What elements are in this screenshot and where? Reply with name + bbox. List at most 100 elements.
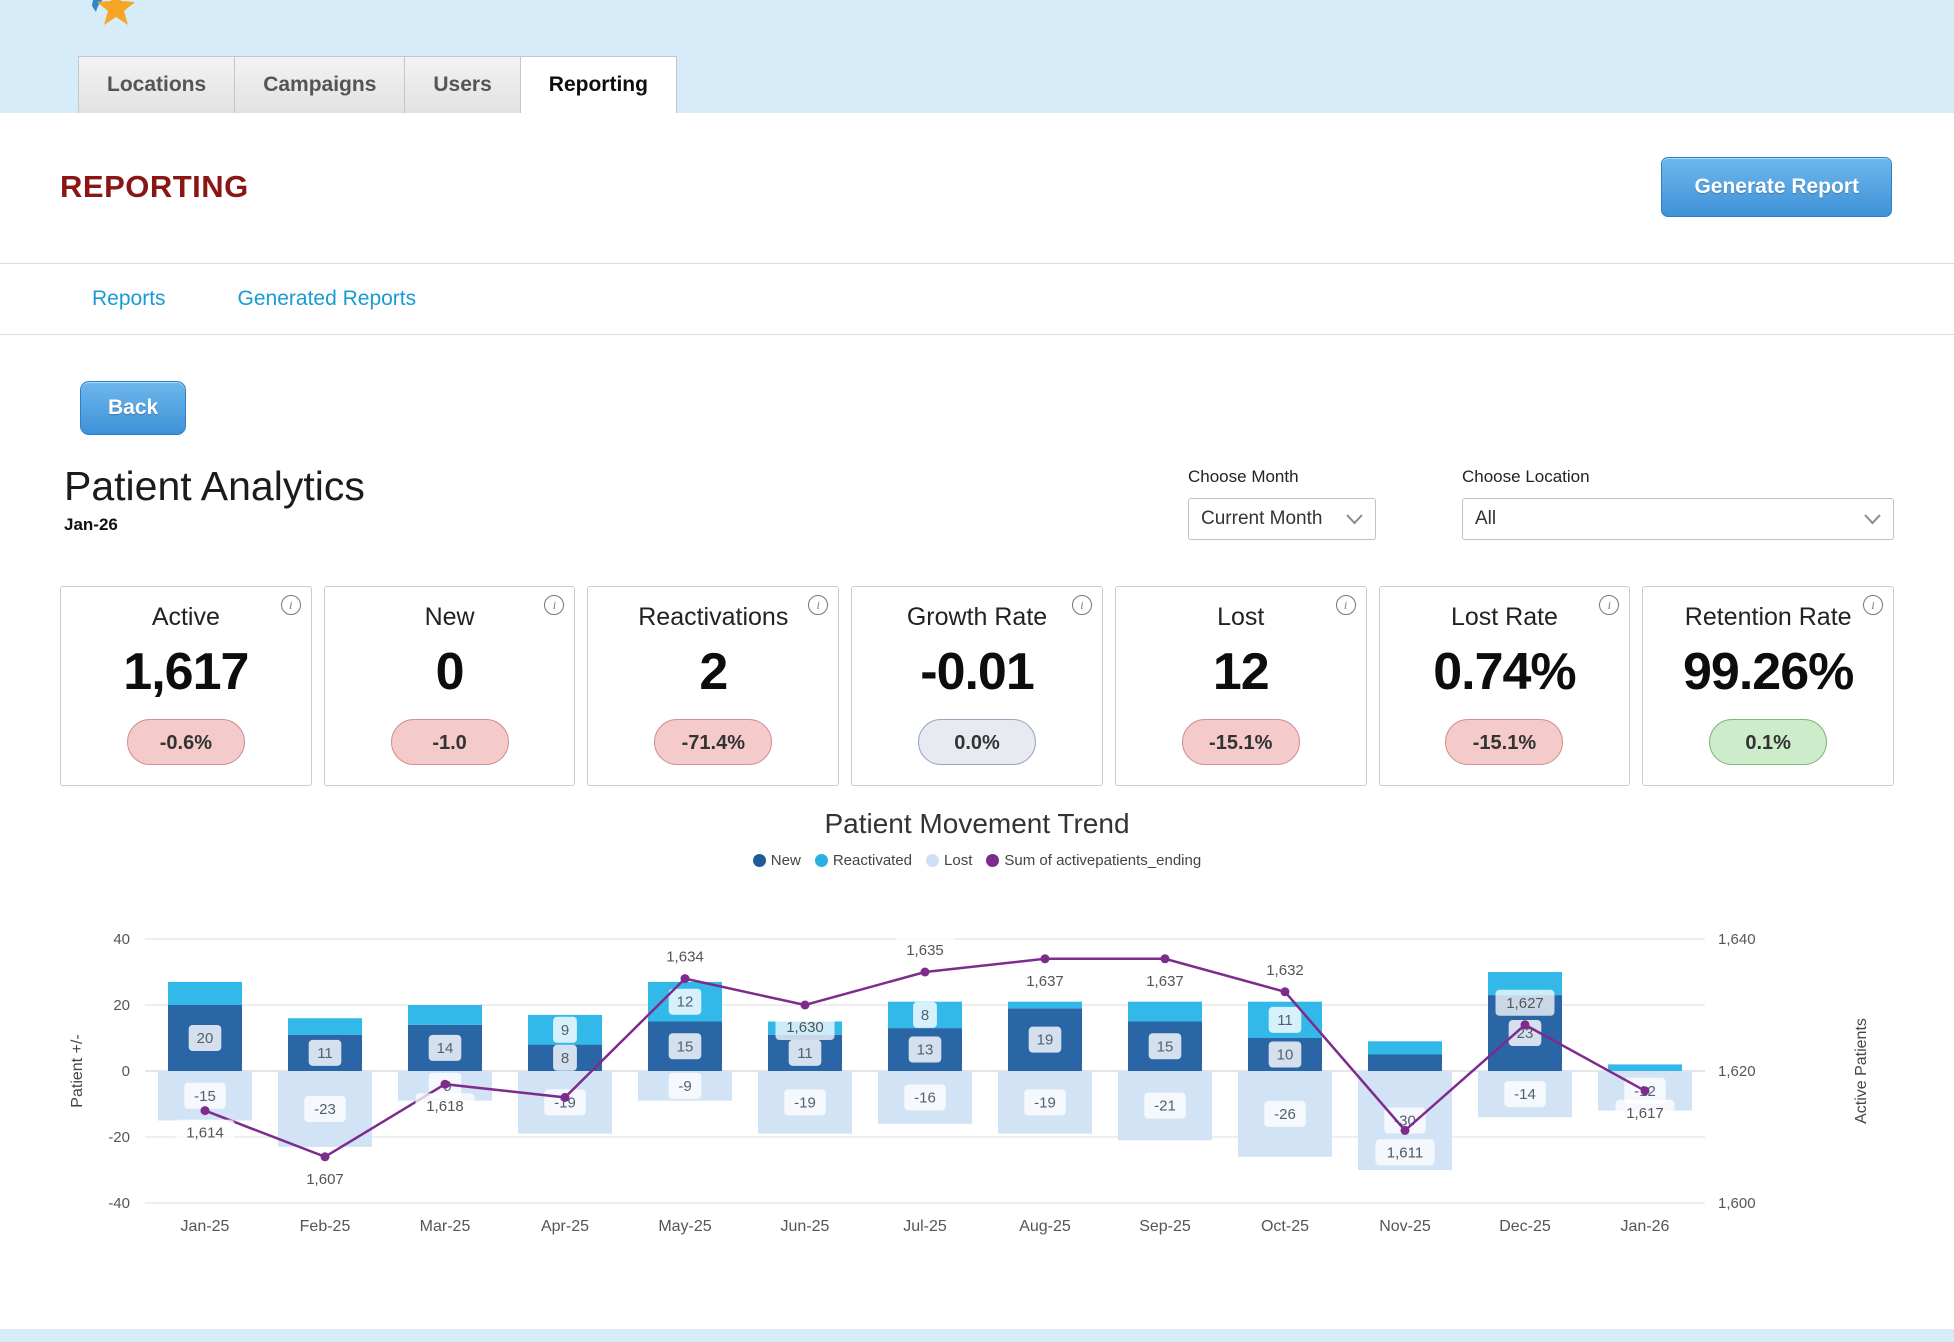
kpi-row: Activei1,617-0.6%Newi0-1.0Reactivationsi… (60, 586, 1894, 786)
location-select-value: All (1475, 508, 1496, 530)
svg-text:1,627: 1,627 (1506, 995, 1544, 1012)
svg-text:14: 14 (437, 1040, 454, 1057)
svg-text:1,617: 1,617 (1626, 1105, 1664, 1122)
svg-text:20: 20 (197, 1030, 214, 1047)
kpi-value: 0 (325, 642, 575, 702)
month-select[interactable]: Current Month (1188, 498, 1376, 540)
kpi-delta-pill: -0.6% (127, 719, 245, 765)
svg-text:-9: -9 (678, 1078, 691, 1095)
page-title: REPORTING (60, 169, 249, 205)
kpi-title: Lost Rate (1380, 603, 1630, 632)
kpi-delta-pill: -1.0 (391, 719, 509, 765)
kpi-delta-pill: 0.0% (918, 719, 1036, 765)
svg-text:8: 8 (921, 1007, 929, 1024)
svg-text:11: 11 (797, 1045, 813, 1062)
kpi-title: Lost (1116, 603, 1366, 632)
chart-legend: New Reactivated Lost Sum of activepatients_… (0, 852, 1954, 869)
kpi-delta-pill: -15.1% (1445, 719, 1563, 765)
choose-location-label: Choose Location (1462, 467, 1894, 487)
kpi-title: Growth Rate (852, 603, 1102, 632)
analytics-controls: Choose Month Current Month Choose Locati… (1188, 463, 1894, 540)
svg-text:12: 12 (677, 994, 694, 1011)
chevron-down-icon (1864, 514, 1881, 525)
top-bar: Locations Campaigns Users Reporting (0, 0, 1954, 113)
svg-text:1,618: 1,618 (426, 1098, 464, 1115)
info-icon[interactable]: i (281, 595, 301, 615)
svg-text:40: 40 (113, 931, 130, 948)
kpi-value: -0.01 (852, 642, 1102, 702)
svg-text:Dec-25: Dec-25 (1499, 1218, 1551, 1235)
svg-text:1,637: 1,637 (1146, 973, 1184, 990)
svg-text:15: 15 (1157, 1038, 1174, 1055)
analytics-title-block: Patient Analytics Jan-26 (64, 463, 365, 535)
report-subnav: Reports Generated Reports (0, 264, 1954, 334)
chart-title: Patient Movement Trend (0, 808, 1954, 840)
svg-text:Jun-25: Jun-25 (781, 1218, 830, 1235)
divider (0, 334, 1954, 335)
app-logo-icon (86, 0, 138, 30)
legend-label: Reactivated (833, 852, 912, 869)
analytics-header: Patient Analytics Jan-26 Choose Month Cu… (64, 463, 1894, 540)
main-tabs: Locations Campaigns Users Reporting (78, 56, 677, 113)
choose-month-control: Choose Month Current Month (1188, 467, 1376, 540)
legend-item-new[interactable]: New (753, 852, 801, 869)
tab-locations[interactable]: Locations (78, 56, 235, 113)
svg-text:8: 8 (561, 1050, 569, 1067)
kpi-card-lost: Losti12-15.1% (1115, 586, 1367, 786)
tab-reporting[interactable]: Reporting (521, 56, 677, 113)
legend-item-reactivated[interactable]: Reactivated (815, 852, 912, 869)
kpi-card-lost-rate: Lost Ratei0.74%-15.1% (1379, 586, 1631, 786)
svg-text:Oct-25: Oct-25 (1261, 1218, 1309, 1235)
analytics-period: Jan-26 (64, 515, 365, 535)
svg-text:-20: -20 (108, 1129, 130, 1146)
svg-text:1,620: 1,620 (1718, 1063, 1756, 1080)
kpi-card-retention-rate: Retention Ratei99.26%0.1% (1642, 586, 1894, 786)
svg-text:-23: -23 (314, 1101, 336, 1118)
month-select-value: Current Month (1201, 508, 1322, 530)
svg-text:1,630: 1,630 (786, 1019, 824, 1036)
svg-text:-14: -14 (1514, 1086, 1536, 1103)
svg-text:-16: -16 (914, 1089, 936, 1106)
svg-text:13: 13 (917, 1042, 934, 1059)
kpi-value: 12 (1116, 642, 1366, 702)
generate-report-button[interactable]: Generate Report (1661, 157, 1892, 217)
svg-text:1,607: 1,607 (306, 1171, 344, 1188)
svg-text:-19: -19 (794, 1094, 816, 1111)
info-icon[interactable]: i (1863, 595, 1883, 615)
svg-text:1,640: 1,640 (1718, 931, 1756, 948)
legend-item-sum-of-activepatients-ending[interactable]: Sum of activepatients_ending (986, 852, 1201, 869)
kpi-card-growth-rate: Growth Ratei -0.01 0.0% (851, 586, 1103, 786)
legend-label: Sum of activepatients_ending (1004, 852, 1201, 869)
kpi-delta-pill: 0.1% (1709, 719, 1827, 765)
content: REPORTING Generate Report Reports Genera… (0, 113, 1954, 1301)
svg-text:-21: -21 (1154, 1098, 1176, 1115)
svg-text:1,600: 1,600 (1718, 1195, 1756, 1212)
legend-dot-icon (986, 854, 999, 867)
svg-text:Jul-25: Jul-25 (903, 1218, 947, 1235)
info-icon[interactable]: i (1072, 595, 1092, 615)
kpi-value: 0.74% (1380, 642, 1630, 702)
tab-campaigns[interactable]: Campaigns (235, 56, 405, 113)
kpi-title: New (325, 603, 575, 632)
choose-month-label: Choose Month (1188, 467, 1376, 487)
svg-text:May-25: May-25 (658, 1218, 711, 1235)
svg-text:19: 19 (1037, 1032, 1054, 1049)
info-icon[interactable]: i (1336, 595, 1356, 615)
location-select[interactable]: All (1462, 498, 1894, 540)
subnav-generated-reports-link[interactable]: Generated Reports (238, 287, 417, 311)
svg-text:Apr-25: Apr-25 (541, 1218, 589, 1235)
app-logo (86, 0, 138, 35)
analytics-title: Patient Analytics (64, 463, 365, 510)
svg-text:20: 20 (113, 997, 130, 1014)
back-button[interactable]: Back (80, 381, 186, 435)
tab-users[interactable]: Users (405, 56, 520, 113)
chevron-down-icon (1346, 514, 1363, 525)
subnav-reports-link[interactable]: Reports (92, 287, 166, 311)
legend-item-lost[interactable]: Lost (926, 852, 972, 869)
legend-label: New (771, 852, 801, 869)
kpi-card-reactivations: Reactivationsi2-71.4% (587, 586, 839, 786)
report-header: REPORTING Generate Report (0, 113, 1954, 263)
svg-text:1,635: 1,635 (906, 942, 944, 959)
svg-text:15: 15 (677, 1038, 694, 1055)
svg-text:Mar-25: Mar-25 (420, 1218, 471, 1235)
